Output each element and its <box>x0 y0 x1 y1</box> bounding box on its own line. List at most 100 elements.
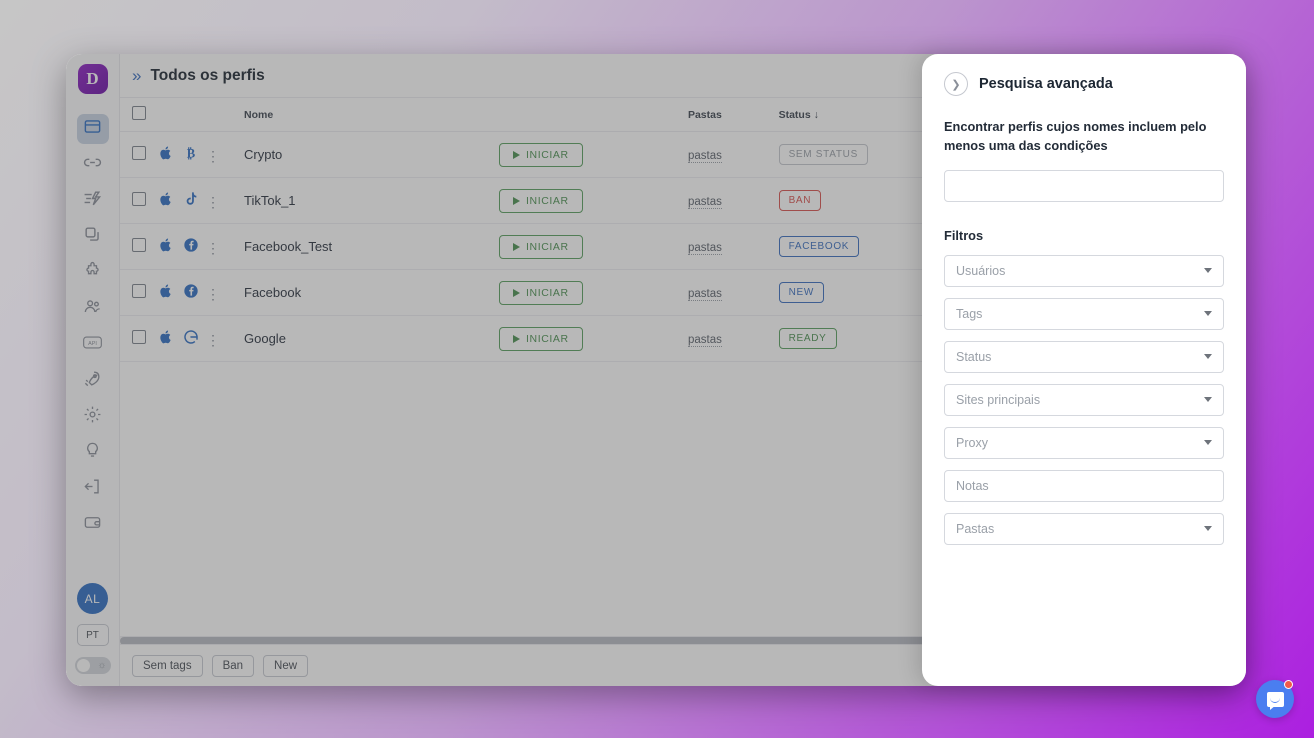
folders-link[interactable]: pastas <box>687 242 722 255</box>
folders-link[interactable]: pastas <box>687 288 722 301</box>
filter-usuarios[interactable]: Usuários <box>944 254 1224 287</box>
advanced-search-header: ❯ Pesquisa avançada <box>944 72 1224 96</box>
filter-notas-label: Notas <box>956 478 989 493</box>
platform-cell: ⋮ <box>152 315 238 362</box>
play-icon <box>513 288 520 297</box>
status-badge[interactable]: FACEBOOK <box>778 236 860 257</box>
play-icon <box>513 196 520 205</box>
row-checkbox[interactable] <box>132 284 146 298</box>
column-header-nome[interactable]: Nome <box>238 98 493 132</box>
platform-icons: ₿ <box>158 145 199 161</box>
start-button-label: INICIAR <box>526 194 569 207</box>
status-badge[interactable]: BAN <box>778 190 822 211</box>
status-badge[interactable]: SEM STATUS <box>778 144 868 165</box>
wallet-icon <box>83 513 102 537</box>
start-button-label: INICIAR <box>526 240 569 253</box>
folders-link[interactable]: pastas <box>687 196 722 209</box>
row-menu-button[interactable]: ⋮ <box>206 148 221 164</box>
filter-status[interactable]: Status <box>944 340 1224 373</box>
start-profile-button[interactable]: INICIAR <box>499 234 583 259</box>
filter-tags[interactable]: Tags <box>944 297 1224 330</box>
sidebar-item-browser-profiles[interactable] <box>76 114 109 144</box>
sidebar-item-team[interactable] <box>77 294 109 324</box>
page-title: Todos os perfis <box>150 66 265 84</box>
sidebar-item-rocket[interactable] <box>77 366 109 396</box>
puzzle-icon <box>83 261 102 285</box>
app-logo[interactable]: D <box>77 64 108 94</box>
start-button-label: INICIAR <box>526 148 569 161</box>
filter-pastas-label: Pastas <box>956 521 995 536</box>
platform-icons <box>158 237 199 253</box>
chevron-down-icon <box>1204 354 1212 360</box>
profile-name-cell[interactable]: Crypto <box>238 131 493 178</box>
filter-notas[interactable]: Notas <box>944 469 1224 502</box>
row-checkbox[interactable] <box>132 146 146 160</box>
status-badge[interactable]: NEW <box>778 282 824 303</box>
profile-names-input[interactable] <box>944 169 1224 202</box>
platform-header <box>152 98 238 132</box>
sidebar-item-extensions[interactable] <box>77 258 109 288</box>
avatar[interactable]: AL <box>77 583 108 614</box>
filter-sites-principais[interactable]: Sites principais <box>944 383 1224 416</box>
row-menu-button[interactable]: ⋮ <box>206 286 221 302</box>
link-icon <box>83 153 102 177</box>
folders-cell: pastas <box>681 223 773 270</box>
row-checkbox[interactable] <box>132 330 146 344</box>
profile-name-cell[interactable]: TikTok_1 <box>238 177 493 224</box>
team-icon <box>83 297 102 321</box>
bitcoin-icon: ₿ <box>187 146 196 160</box>
sidebar-item-wallet[interactable] <box>77 510 109 540</box>
unread-badge <box>1284 680 1293 689</box>
apple-icon <box>160 330 171 343</box>
status-badge[interactable]: READY <box>778 328 837 349</box>
tiktok-icon <box>186 191 197 205</box>
profile-name-cell[interactable]: Facebook_Test <box>238 223 493 270</box>
filter-pastas[interactable]: Pastas <box>944 512 1224 545</box>
advanced-search-title: Pesquisa avançada <box>979 76 1113 92</box>
filter-proxy[interactable]: Proxy <box>944 426 1224 459</box>
sidebar-item-duplicate[interactable] <box>77 222 109 252</box>
sidebar-item-api[interactable]: API <box>77 330 109 360</box>
column-header-pastas[interactable]: Pastas <box>681 98 773 132</box>
filter-sites-principais-label: Sites principais <box>956 392 1041 407</box>
smile-icon <box>1270 698 1280 703</box>
sidebar-item-tips[interactable] <box>77 438 109 468</box>
start-profile-button[interactable]: INICIAR <box>499 142 583 167</box>
collapse-panel-button[interactable]: ❯ <box>944 72 968 96</box>
filter-usuarios-label: Usuários <box>956 263 1006 278</box>
sidebar-item-settings[interactable] <box>77 402 109 432</box>
row-menu-button[interactable]: ⋮ <box>206 332 221 348</box>
tag-filter-chip[interactable]: Sem tags <box>132 654 203 677</box>
automation-icon <box>83 189 102 213</box>
theme-toggle[interactable]: ☼ <box>74 657 111 674</box>
folders-link[interactable]: pastas <box>687 150 722 163</box>
row-menu-button[interactable]: ⋮ <box>206 194 221 210</box>
logout-icon <box>83 477 102 501</box>
row-checkbox[interactable] <box>132 238 146 252</box>
profile-name-cell[interactable]: Facebook <box>238 269 493 316</box>
sidebar-item-logout[interactable] <box>77 474 109 504</box>
start-profile-button[interactable]: INICIAR <box>499 326 583 351</box>
expand-sidebar-icon[interactable]: » <box>132 67 141 84</box>
select-all-checkbox[interactable] <box>132 106 146 120</box>
intercom-chat-button[interactable] <box>1256 680 1294 718</box>
sidebar-item-automation[interactable] <box>77 186 109 216</box>
start-profile-button[interactable]: INICIAR <box>499 188 583 213</box>
platform-cell: ⋮ <box>152 177 238 224</box>
tag-filter-chip[interactable]: New <box>263 654 309 677</box>
start-profile-button[interactable]: INICIAR <box>499 280 583 305</box>
folders-cell: pastas <box>681 269 773 316</box>
row-checkbox[interactable] <box>132 192 146 206</box>
profile-name-cell[interactable]: Google <box>238 315 493 362</box>
play-icon <box>513 150 520 159</box>
language-selector[interactable]: PT <box>76 624 109 646</box>
folders-cell: pastas <box>681 177 773 224</box>
filters-list: Usuários Tags Status Sites principais Proxy N… <box>944 254 1224 545</box>
row-select-cell <box>120 177 152 224</box>
row-select-cell <box>120 269 152 316</box>
folders-link[interactable]: pastas <box>687 334 722 347</box>
row-menu-button[interactable]: ⋮ <box>206 240 221 256</box>
rocket-icon <box>83 369 102 393</box>
sidebar-item-proxies[interactable] <box>77 150 109 180</box>
tag-filter-chip[interactable]: Ban <box>211 654 255 677</box>
